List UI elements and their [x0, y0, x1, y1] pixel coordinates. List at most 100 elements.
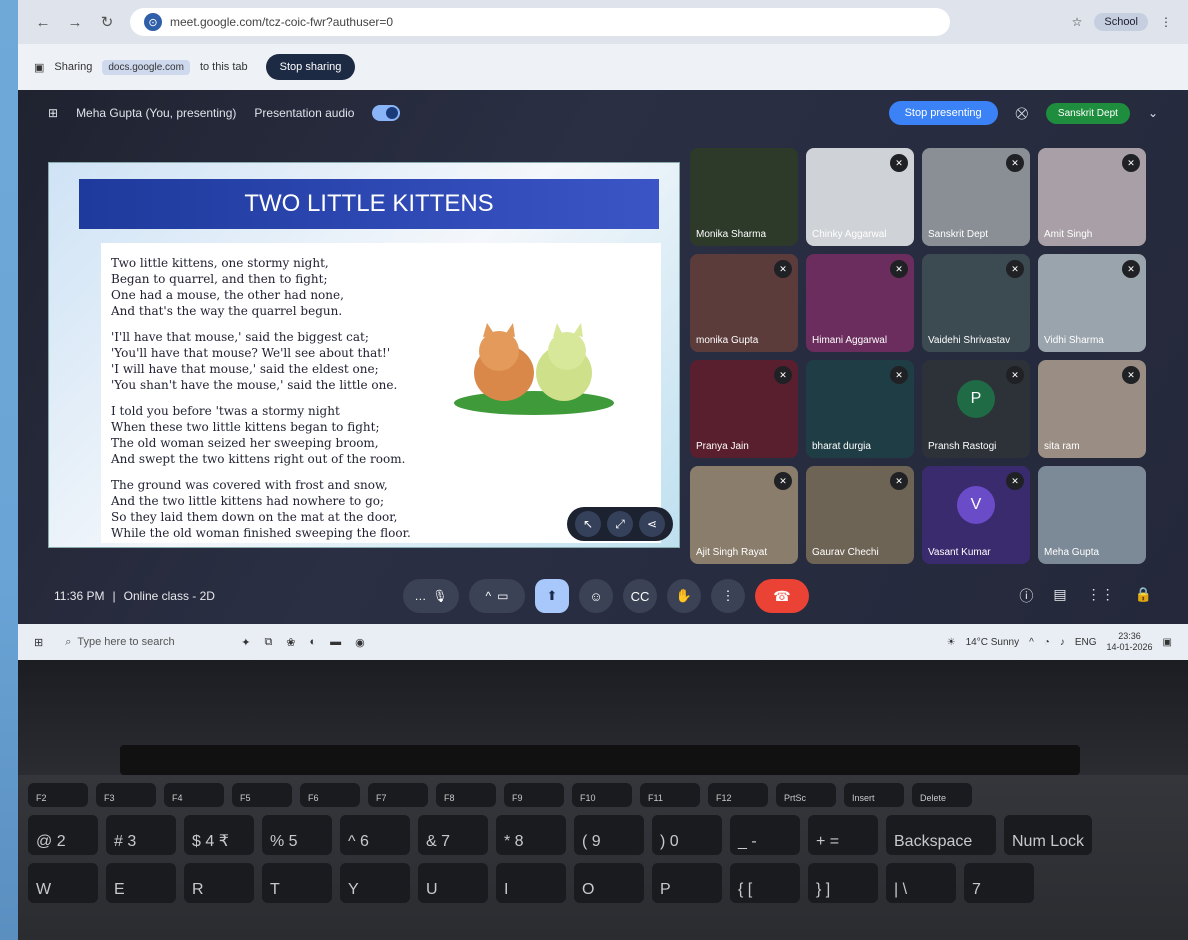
keyboard-key: # 3	[106, 815, 176, 855]
participant-tile[interactable]: ✕ Pranya Jain	[690, 360, 798, 458]
activities-icon[interactable]: ⋮⋮	[1087, 586, 1115, 606]
captions-button[interactable]: CC	[623, 579, 657, 613]
meeting-time: 11:36 PM	[54, 589, 105, 603]
participant-name: Gaurav Chechi	[812, 547, 879, 558]
meet-area: ⊞ Meha Gupta (You, presenting) Presentat…	[18, 90, 1188, 624]
participant-tile[interactable]: ✕ V Vasant Kumar	[922, 466, 1030, 564]
keyboard-key: PrtSc	[776, 783, 836, 807]
keyboard-key: P	[652, 863, 722, 903]
mic-off-icon: ✕	[1006, 472, 1024, 490]
emoji-button[interactable]: ☺	[579, 579, 613, 613]
more-icon: …	[414, 589, 427, 603]
participant-name: Monika Sharma	[696, 229, 767, 240]
participant-tile[interactable]: Meha Gupta	[1038, 466, 1146, 564]
participant-name: Sanskrit Dept	[928, 229, 989, 240]
wifi-icon[interactable]: ◔	[1044, 637, 1050, 648]
participant-tile[interactable]: ✕ Amit Singh	[1038, 148, 1146, 246]
mic-off-icon: ✕	[1122, 366, 1140, 384]
forward-icon[interactable]: →	[66, 14, 84, 31]
participant-tile[interactable]: ✕ Himani Aggarwal	[806, 254, 914, 352]
meet-header: ⊞ Meha Gupta (You, presenting) Presentat…	[18, 90, 1188, 136]
present-button[interactable]: ⬆	[535, 579, 569, 613]
keyboard-key: R	[184, 863, 254, 903]
leave-call-button[interactable]: ☎	[755, 579, 809, 613]
participant-tile[interactable]: ✕ Vidhi Sharma	[1038, 254, 1146, 352]
start-icon[interactable]: ⊞	[34, 636, 43, 649]
participant-tile[interactable]: ✕ Ajit Singh Rayat	[690, 466, 798, 564]
number-key-row: @ 2 # 3 $ 4 ₹ % 5 ^ 6 & 7 * 8 ( 9 ) 0 _ …	[18, 815, 1188, 855]
poem-line: Two little kittens, one stormy night,	[111, 256, 329, 270]
presentation-audio-toggle[interactable]	[372, 105, 401, 121]
participant-name: sita ram	[1044, 441, 1080, 452]
keyboard-key: U	[418, 863, 488, 903]
call-controls: … 🎙 ^ ▭ ⬆ ☺ CC ✋ ⋮ ☎	[403, 579, 809, 613]
expand-icon[interactable]: ⌄	[1148, 106, 1158, 120]
participant-name: Pranya Jain	[696, 441, 749, 452]
more-options-button[interactable]: ⋮	[711, 579, 745, 613]
bookmark-star-icon[interactable]: ☆	[1072, 15, 1083, 29]
poem-line: And swept the two kittens right out of t…	[111, 452, 406, 466]
reload-icon[interactable]: ↻	[98, 13, 116, 31]
letter-key-row: W E R T Y U I O P { [ } ] | \ 7	[18, 863, 1188, 903]
info-icon[interactable]: ⓘ	[1019, 586, 1033, 606]
task-view-icon[interactable]: ⧉	[264, 636, 272, 649]
keyboard-key: T	[262, 863, 332, 903]
weather-text[interactable]: 14°C Sunny	[966, 637, 1019, 648]
keyboard-key: Num Lock	[1004, 815, 1093, 855]
raise-hand-button[interactable]: ✋	[667, 579, 701, 613]
back-icon[interactable]: ←	[34, 14, 52, 31]
participant-name: Meha Gupta	[1044, 547, 1100, 558]
mic-off-icon: ✕	[890, 154, 908, 172]
poem-line: And that's the way the quarrel begun.	[111, 304, 343, 318]
participant-tile[interactable]: ✕ Vaidehi Shrivastav	[922, 254, 1030, 352]
stop-sharing-button[interactable]: Stop sharing	[265, 54, 356, 80]
video-camera-icon: ▭	[497, 589, 509, 603]
participant-name: bharat durgia	[812, 441, 871, 452]
share-icon[interactable]: ⋖	[639, 511, 665, 537]
participant-tile[interactable]: ✕ Sanskrit Dept	[922, 148, 1030, 246]
taskbar-search[interactable]: ⌕ Type here to search	[57, 630, 227, 654]
app-icon[interactable]: ❀	[286, 636, 295, 649]
keyboard-key: Delete	[912, 783, 972, 807]
chevron-up-icon: ^	[485, 589, 492, 603]
lang-label[interactable]: ENG	[1075, 637, 1097, 648]
meet-side-controls: ⓘ ▤ ⋮⋮ 🔒	[1019, 586, 1152, 606]
chrome-icon[interactable]: ◉	[355, 636, 365, 649]
keyboard-key: + =	[808, 815, 878, 855]
tray-chevron-icon[interactable]: ^	[1029, 637, 1034, 648]
camera-button[interactable]: ^ ▭	[469, 579, 525, 613]
participant-tile[interactable]: ✕ P Pransh Rastogi	[922, 360, 1030, 458]
more-menu-icon[interactable]: ⋮	[1160, 15, 1172, 29]
participant-tile[interactable]: ✕ bharat durgia	[806, 360, 914, 458]
dept-pill[interactable]: Sanskrit Dept	[1045, 102, 1130, 124]
participant-tile[interactable]: ✕ Chinky Aggarwal	[806, 148, 914, 246]
keyboard-key: ( 9	[574, 815, 644, 855]
search-placeholder: Type here to search	[77, 636, 175, 648]
stop-presenting-button[interactable]: Stop presenting	[888, 101, 998, 125]
keyboard-key: F4	[164, 783, 224, 807]
mic-button[interactable]: … 🎙	[403, 579, 459, 613]
poem-line: The old woman seized her sweeping broom,	[111, 436, 379, 450]
edge-icon[interactable]: ◐	[310, 636, 317, 648]
pointer-icon[interactable]: ↖	[575, 511, 601, 537]
host-controls-icon[interactable]: 🔒	[1135, 586, 1152, 606]
camera-off-icon[interactable]: ⛒	[1016, 106, 1028, 121]
participant-tile[interactable]: ✕ sita ram	[1038, 360, 1146, 458]
participant-name: Chinky Aggarwal	[812, 229, 887, 240]
avatar: P	[957, 380, 995, 419]
separator: |	[112, 589, 116, 603]
address-bar[interactable]: ⊙ meet.google.com/tcz-coic-fwr?authuser=…	[130, 8, 950, 36]
site-info-icon[interactable]: ⊙	[144, 13, 162, 31]
fullscreen-icon[interactable]: ⤢	[607, 511, 633, 537]
file-explorer-icon[interactable]: ▬	[330, 636, 341, 648]
participant-tile[interactable]: ✕ Gaurav Chechi	[806, 466, 914, 564]
taskbar-clock[interactable]: 23:36 14-01-2026	[1107, 631, 1153, 653]
system-tray: ☀ 14°C Sunny ^ ◔ ♪ ENG 23:36 14-01-2026 …	[947, 631, 1172, 653]
participant-tile[interactable]: ✕ monika Gupta	[690, 254, 798, 352]
notification-icon[interactable]: ▣	[1163, 637, 1172, 648]
participant-tile[interactable]: Monika Sharma	[690, 148, 798, 246]
profile-button[interactable]: School	[1094, 13, 1148, 31]
volume-icon[interactable]: ♪	[1060, 637, 1065, 648]
chat-icon[interactable]: ▤	[1053, 586, 1066, 606]
sparkle-icon[interactable]: ✦	[241, 636, 250, 649]
